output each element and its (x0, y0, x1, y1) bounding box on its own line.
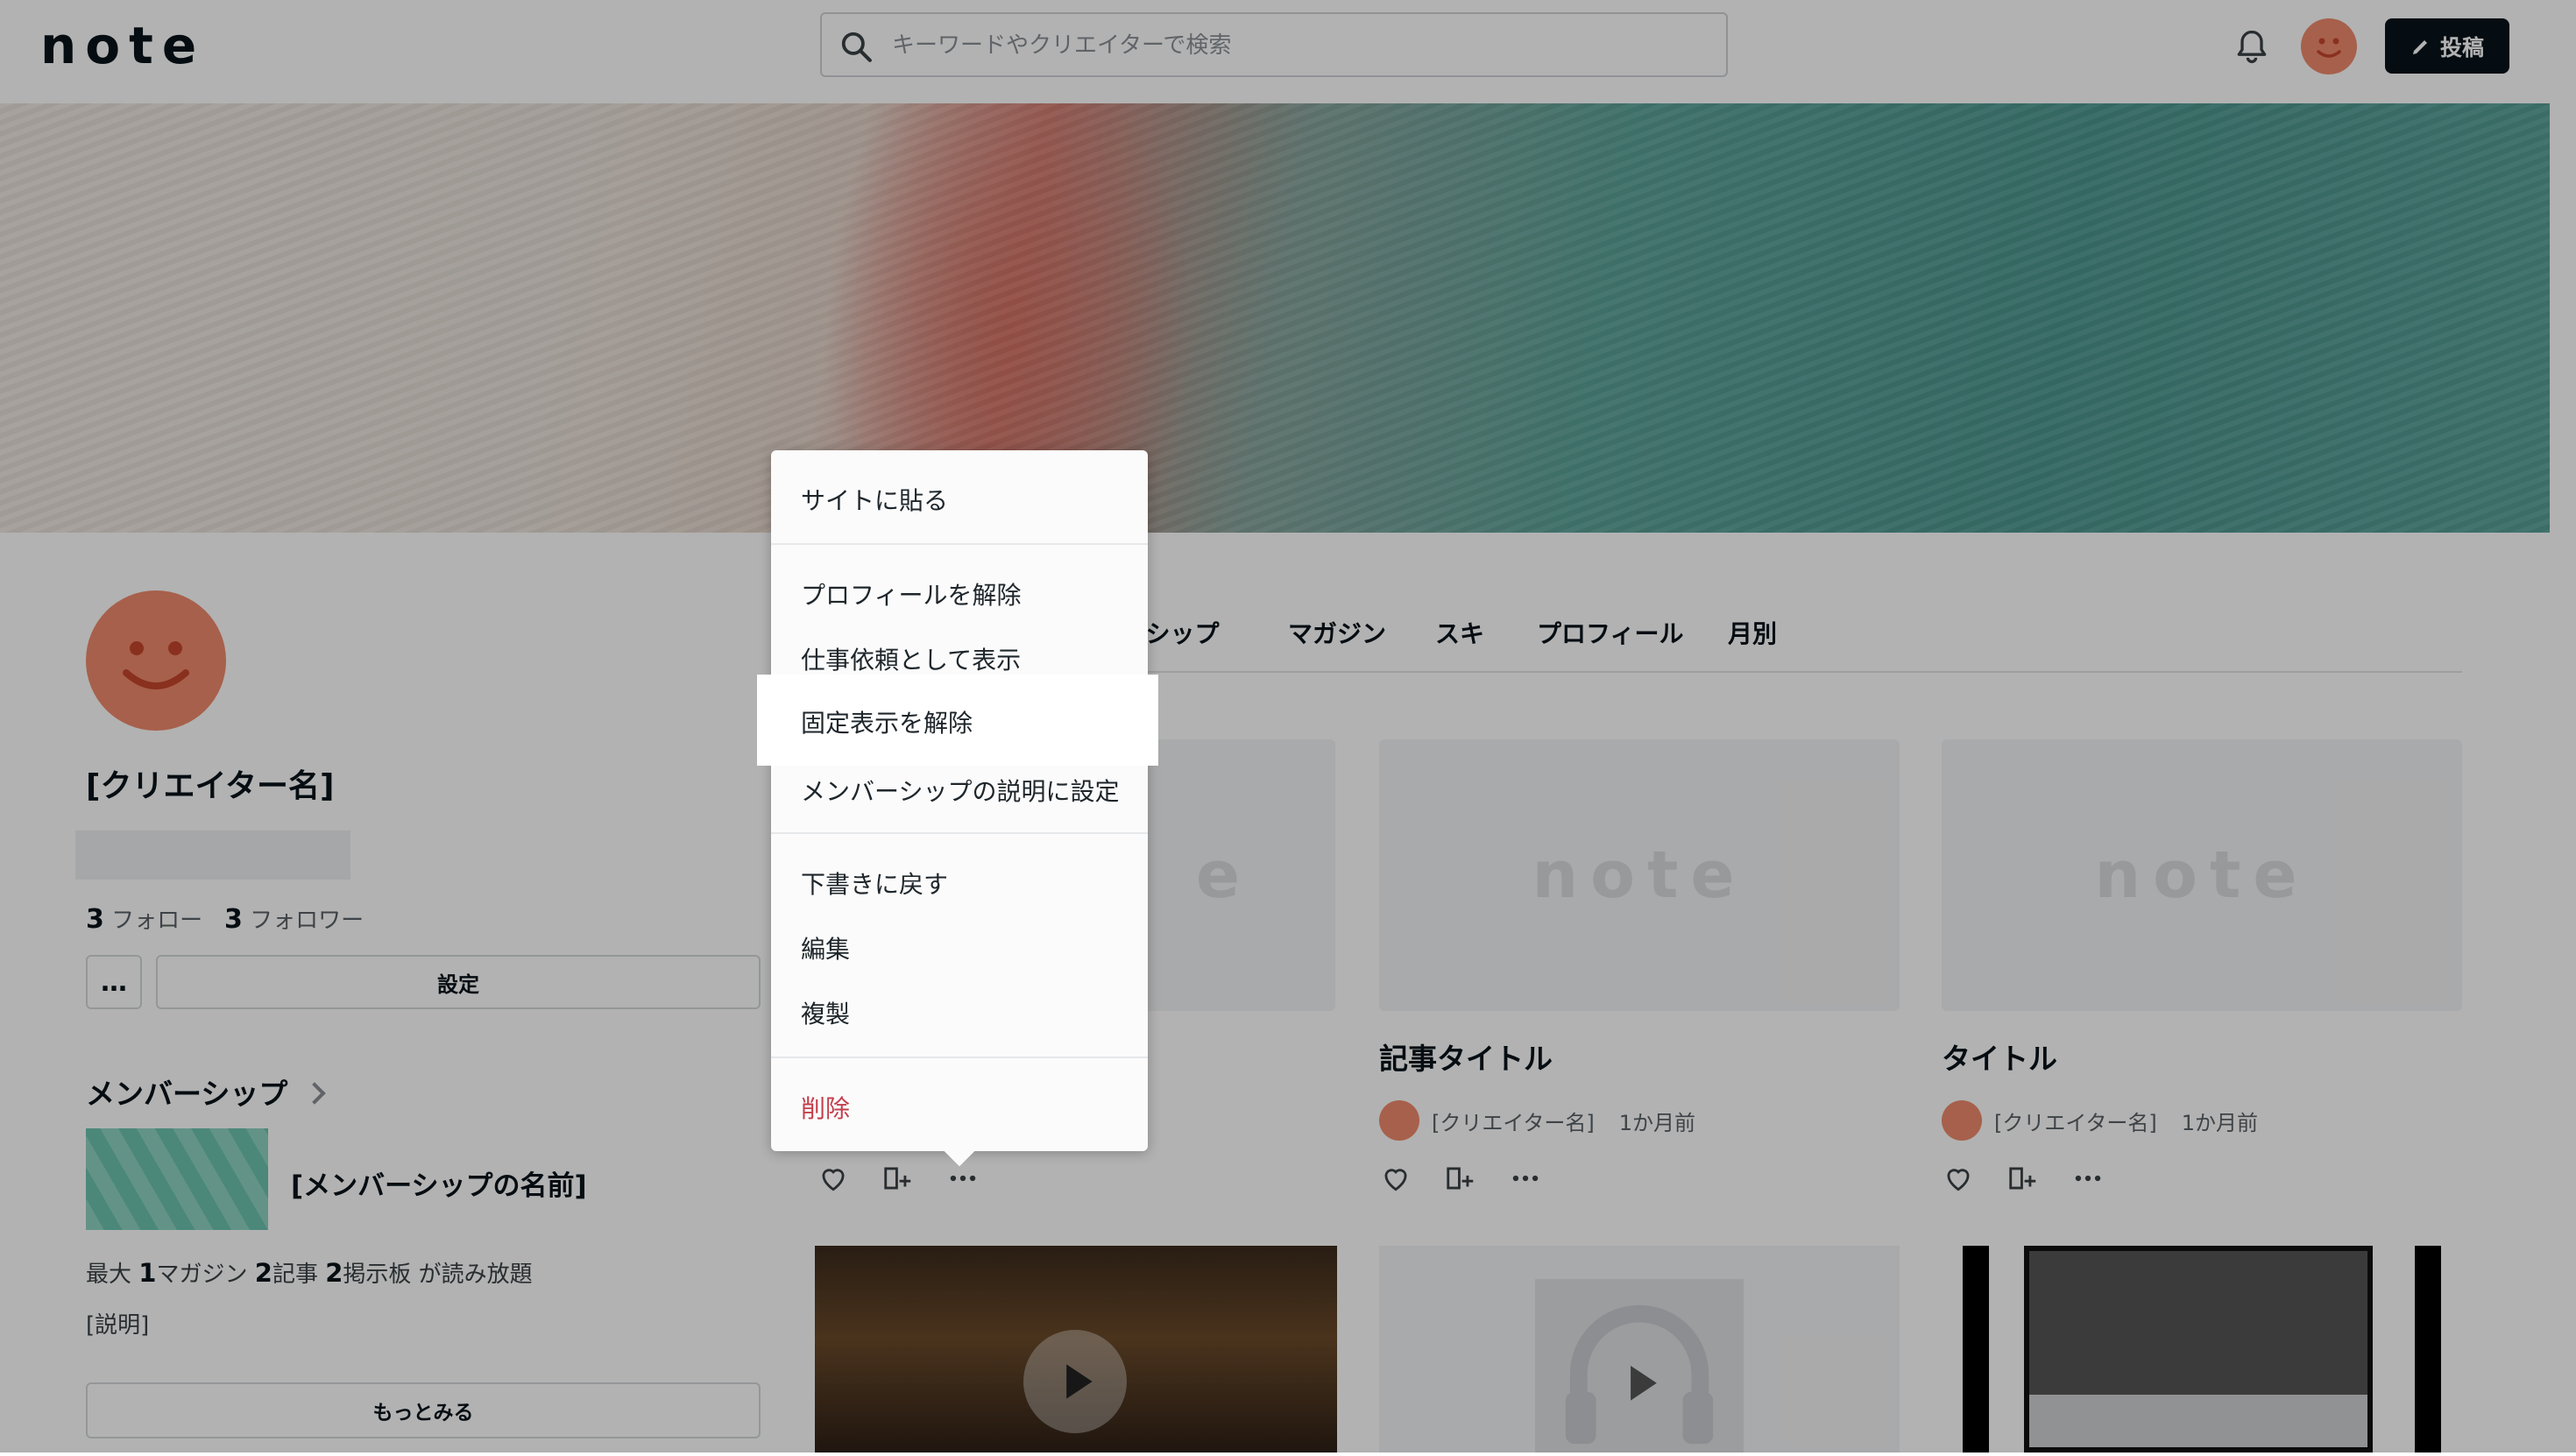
menu-item-duplicate[interactable]: 複製 (801, 995, 850, 1030)
menu-divider (771, 543, 1148, 545)
menu-divider (771, 1057, 1148, 1058)
menu-item-edit[interactable]: 編集 (801, 930, 850, 965)
menu-divider (771, 832, 1148, 834)
menu-item-embed[interactable]: サイトに貼る (801, 482, 948, 517)
menu-item-unpin-label: 固定表示を解除 (801, 709, 973, 738)
menu-item-unpin[interactable]: 固定表示を解除 (757, 675, 1158, 766)
menu-item-set-membership-description[interactable]: メンバーシップの説明に設定 (801, 773, 1119, 808)
menu-item-unset-profile[interactable]: プロフィールを解除 (801, 576, 1021, 611)
menu-item-revert-draft[interactable]: 下書きに戻す (801, 866, 948, 901)
modal-overlay[interactable] (0, 0, 2576, 1452)
menu-item-show-as-request[interactable]: 仕事依頼として表示 (801, 641, 1021, 676)
menu-item-delete[interactable]: 削除 (801, 1090, 850, 1125)
